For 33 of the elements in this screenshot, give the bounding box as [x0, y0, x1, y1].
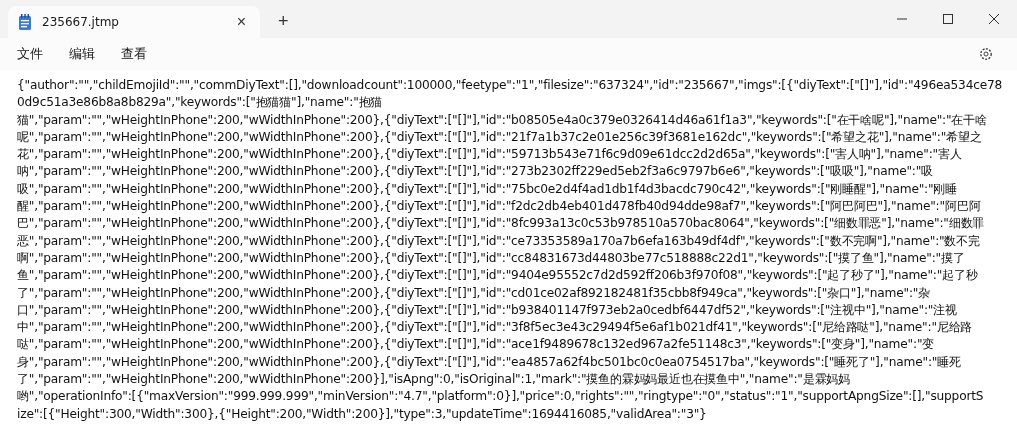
menu-item[interactable]: 文件 — [8, 41, 52, 67]
text-line: 口","param":"","wHeightInPhone":200,"wWidthInPhone":200},{"diyText":["[]"],"id":"b938401147f973eb2a0cedbf6447df52","keywords":["注视中"],"name":"注视 — [17, 301, 958, 319]
text-line: {"author":"","childEmojiId":"","commDiyText":[],"downloadcount":100000,"feetype":"1","filesize":"637324","id":"235667","imgs":[{"diyText":["[]"],"id":"496ea534ce78 — [17, 77, 1004, 94]
close-icon — [989, 14, 999, 24]
text-line: 鱼","param":"","wHeightInPhone":200,"wWidthInPhone":200},{"diyText":["[]"],"id":"9404e95552c7d2d592ff206b3f970f08","keywords":["起了秒了"],"name":"起了秒 — [17, 267, 979, 285]
maximize-icon — [943, 14, 953, 24]
tab-title: 235667.jtmp — [42, 15, 120, 29]
text-line: 了","param":"","wHeightInPhone":200,"wWidthInPhone":200}],"isApng":0,"isOriginal":1,"mark":"摸鱼的霖妈妈最近也在摸鱼中","name":"是霖妈妈 — [17, 371, 851, 389]
text-line: 醒","param":"","wHeightInPhone":200,"wWidthInPhone":200},{"diyText":["[]"],"id":"f2dc2db4eb401d478fb40d94dde98af7","keywords":["阿巴阿巴"],"name":"阿巴阿 — [17, 198, 982, 216]
text-line: 中","param":"","wHeightInPhone":200,"wWidthInPhone":200},{"diyText":["[]"],"id":"3f8f5ec3e43c29494f5e6af1b021df41","keywords":["尼给路哒"],"name":"尼给路 — [17, 319, 974, 337]
text-line: ize":[{"Height":300,"Width":300},{"Height":200,"Width":200}],"type":3,"updateTime":1694416085,"validArea":"3"} — [17, 405, 708, 423]
file-tab[interactable]: 235667.jtmp × — [8, 6, 260, 38]
menu-item[interactable]: 编辑 — [60, 41, 104, 67]
text-line: 呢","param":"","wHeightInPhone":200,"wWidthInPhone":200},{"diyText":["[]"],"id":"21f7a1b37c2e01e256c39f3681e162dc","keywords":["希望之花"],"name":"希望之 — [17, 128, 983, 146]
text-line: 哒","param":"","wHeightInPhone":200,"wWidthInPhone":200},{"diyText":["[]"],"id":"ace1f9489678c132ed967a2fe51148c3","keywords":["变身"],"name":"变 — [17, 336, 936, 354]
new-tab-button[interactable]: + — [274, 11, 293, 32]
minimize-icon — [897, 18, 907, 20]
text-line: 吸","param":"","wHeightInPhone":200,"wWidthInPhone":200},{"diyText":["[]"],"id":"75bc0e2d4f4ad1db1f4d3bacdc790c42","keywords":["刚睡醒"],"name":"刚睡 — [17, 180, 959, 198]
settings-icon — [979, 47, 993, 61]
text-line: 巴","param":"","wHeightInPhone":200,"wWidthInPhone":200},{"diyText":["[]"],"id":"8fc993a13c0c53b978510a570bac8064","keywords":["细数罪恶"],"name":"细数罪 — [17, 215, 986, 233]
text-line: 猫","param":"","wHeightInPhone":200,"wWidthInPhone":200},{"diyText":["[]"],"id":"b08505e4a0c379e0326414d46a61f1a3","keywords":["在干啥呢"],"name":"在干啥 — [17, 111, 988, 129]
menu-item[interactable]: 查看 — [112, 41, 156, 67]
text-line: 呐","param":"","wHeightInPhone":200,"wWidthInPhone":200},{"diyText":["[]"],"id":"273b2302ff229ed5eb2f3a6c9797b6e6","keywords":["吸吸"],"name":"吸 — [17, 163, 934, 181]
text-line: 0d9c51a3e86b8a8b829a","keywords":["抱猫猫"],"name":"抱猫 — [17, 94, 384, 112]
text-line: 身","param":"","wHeightInPhone":200,"wWidthInPhone":200},{"diyText":["[]"],"id":"ea4857a62f4bc501bc0c0ea0754517ba","keywords":["睡死了"],"name":"睡死 — [17, 353, 962, 371]
settings-button[interactable] — [977, 45, 995, 63]
text-line: 哟","operationInfo":[{"maxVersion":"999.999.999","minVersion":"4.7","platform":0}],"price":0,"rights":"","ringtype":"0","status":"1","supportApngSize":[],"supportS — [17, 388, 985, 406]
notepad-icon — [18, 14, 32, 30]
text-line: 恶","param":"","wHeightInPhone":200,"wWidthInPhone":200},{"diyText":["[]"],"id":"ce73353589a170a7b6efa163b49df4df","keywords":["数不完啊"],"name":"数不完 — [17, 232, 981, 250]
text-line: 花","param":"","wHeightInPhone":200,"wWidthInPhone":200},{"diyText":["[]"],"id":"59713b543e71f6c9d09e61dcc2d2d65a","keywords":["害人呐"],"name":"害人 — [17, 146, 963, 164]
text-line: 啊","param":"","wHeightInPhone":200,"wWidthInPhone":200},{"diyText":["[]"],"id":"cc84831673d44803be77c518888c22d1","keywords":["摸了鱼"],"name":"摸了 — [17, 249, 966, 267]
text-line: 了","param":"","wHeightInPhone":200,"wWidthInPhone":200},{"diyText":["[]"],"id":"cd01ce02af892182481f35cbb8f949ca","keywords":["杂口"],"name":"杂 — [17, 284, 932, 302]
tab-close-button[interactable]: × — [232, 13, 250, 31]
